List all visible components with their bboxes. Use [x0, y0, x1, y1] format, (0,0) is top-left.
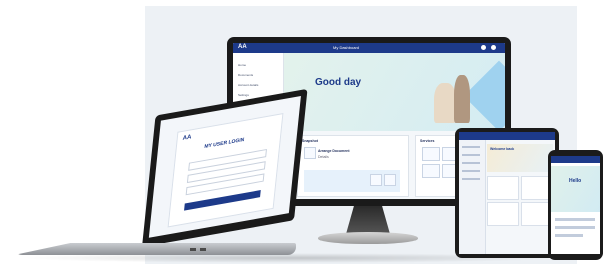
monitor-top-bar: AA My Dashboard [233, 43, 505, 53]
tablet-tile[interactable] [487, 176, 519, 200]
hero-banner [284, 53, 505, 132]
monitor-stand-base [318, 232, 418, 244]
profile-icon[interactable] [491, 45, 496, 50]
tablet-nav-item[interactable] [462, 162, 480, 164]
phone-hero [551, 166, 600, 212]
monitor-logo[interactable]: AA [238, 44, 247, 50]
info-action-icon-1[interactable] [370, 174, 382, 186]
tablet-tile[interactable] [487, 202, 519, 226]
phone-screen: Hello [551, 156, 600, 254]
services-title: Services [420, 139, 435, 143]
phone-list-item[interactable] [555, 234, 583, 237]
info-action-icon-2[interactable] [384, 174, 396, 186]
phone-top-bar [551, 156, 600, 163]
notification-icon[interactable] [481, 45, 486, 50]
login-card: AA MY USER LOGIN [167, 113, 284, 228]
hero-family-photo-2 [454, 75, 470, 123]
tablet-screen: Welcome back [459, 132, 555, 254]
laptop-screen: AA MY USER LOGIN [148, 95, 301, 238]
service-tile-3[interactable] [422, 164, 440, 178]
phone-list-item[interactable] [555, 218, 595, 221]
document-icon [304, 147, 316, 159]
tablet-nav-item[interactable] [462, 170, 480, 172]
tablet-nav-item[interactable] [462, 154, 480, 156]
snapshot-sub: Details [318, 155, 329, 159]
laptop-port [190, 248, 196, 251]
tablet-hero: Welcome back [487, 144, 553, 172]
phone: Hello [548, 150, 603, 260]
sidebar-item-account[interactable]: Account details [238, 83, 258, 87]
tablet-nav-item[interactable] [462, 178, 480, 180]
laptop-logo: AA [182, 134, 192, 142]
login-heading: MY USER LOGIN [204, 136, 245, 151]
sidebar-item-settings[interactable]: Settings [238, 93, 249, 97]
hero-family-photo [434, 83, 456, 123]
sidebar-item-home[interactable]: Home [238, 63, 246, 67]
laptop-base [14, 243, 296, 255]
tablet: Welcome back [455, 128, 559, 258]
page-title: Good day [315, 77, 362, 88]
tablet-top-bar [459, 132, 555, 140]
laptop-port-2 [200, 248, 206, 251]
tablet-nav-item[interactable] [462, 146, 480, 148]
phone-greeting: Hello [569, 178, 582, 184]
service-tile-1[interactable] [422, 147, 440, 161]
snapshot-title: Snapshot [302, 139, 318, 143]
tablet-sidebar [459, 140, 486, 254]
info-banner [304, 170, 400, 192]
sidebar-item-documents[interactable]: Documents [238, 73, 253, 77]
phone-list-item[interactable] [555, 226, 595, 229]
snapshot-card: Snapshot Arrange Document Details [297, 135, 409, 197]
snapshot-item[interactable]: Arrange Document [318, 149, 350, 153]
tablet-welcome: Welcome back [490, 147, 515, 151]
monitor-top-title: My Dashboard [333, 45, 360, 50]
